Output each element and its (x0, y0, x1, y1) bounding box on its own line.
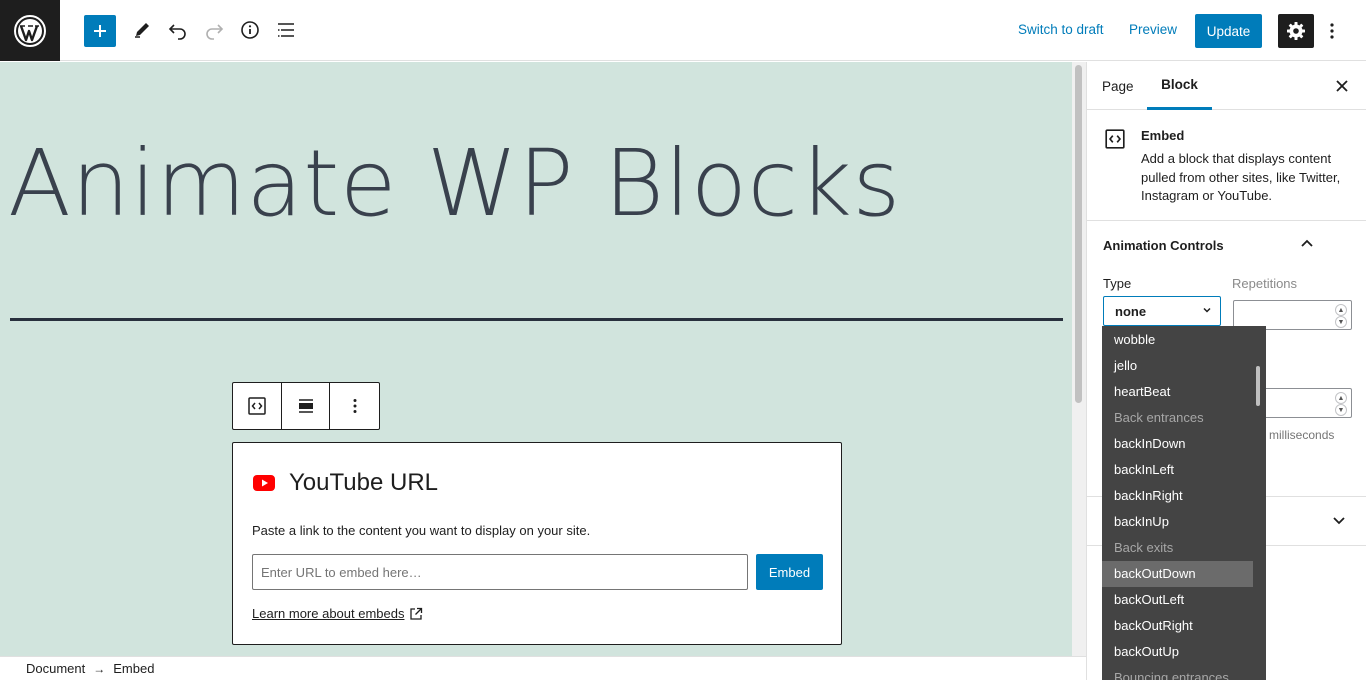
arrow-right-icon: → (93, 661, 106, 676)
dropdown-option[interactable]: backOutLeft (1102, 587, 1253, 613)
info-icon (241, 21, 259, 39)
list-view-icon (278, 23, 294, 37)
spin-up-icon[interactable]: ▲ (1335, 392, 1347, 404)
preview-button[interactable]: Preview (1129, 22, 1177, 37)
more-vertical-icon (1330, 23, 1334, 39)
settings-button[interactable] (1278, 14, 1314, 48)
breadcrumb: Document → Embed (0, 656, 1086, 680)
dropdown-option[interactable]: backOutDown (1102, 561, 1253, 587)
external-link-icon (410, 607, 423, 620)
editor-header: Switch to draft Preview Update (0, 0, 1366, 61)
dropdown-group-label: Back exits (1114, 540, 1174, 555)
chevron-down-icon[interactable] (1331, 512, 1347, 528)
more-vertical-icon (353, 399, 357, 413)
gear-icon (1287, 22, 1305, 40)
tab-page[interactable]: Page (1102, 62, 1134, 110)
learn-more-label: Learn more about embeds (252, 606, 405, 621)
block-toolbar (232, 382, 380, 430)
update-button[interactable]: Update (1195, 14, 1262, 48)
block-options-button[interactable] (330, 383, 379, 429)
dropdown-option[interactable]: backInDown (1102, 431, 1253, 457)
dropdown-option[interactable]: backInUp (1102, 509, 1253, 535)
details-button[interactable] (234, 13, 266, 47)
switch-to-draft-button[interactable]: Switch to draft (1018, 22, 1104, 37)
spin-down-icon[interactable]: ▼ (1335, 404, 1347, 416)
align-wide-icon (298, 399, 313, 413)
canvas-scrollbar-thumb[interactable] (1075, 65, 1082, 403)
block-type-switcher[interactable] (233, 383, 282, 429)
dropdown-option[interactable]: heartBeat (1102, 379, 1253, 405)
embed-instructions: Paste a link to the content you want to … (252, 523, 591, 538)
chevron-up-icon[interactable] (1299, 236, 1315, 252)
close-sidebar-button[interactable] (1330, 74, 1354, 98)
close-icon (1336, 80, 1348, 92)
dropdown-option[interactable]: backInLeft (1102, 457, 1253, 483)
type-label: Type (1103, 276, 1132, 291)
animation-controls-heading[interactable]: Animation Controls (1103, 238, 1224, 253)
embed-icon (248, 397, 266, 415)
spin-up-icon[interactable]: ▲ (1335, 304, 1347, 316)
type-dropdown-list[interactable]: wobble jello heartBeat Back entrances backIn… (1102, 326, 1266, 680)
add-block-button[interactable] (84, 15, 116, 47)
options-menu-button[interactable] (1322, 14, 1342, 48)
dropdown-group-label: Back entrances (1114, 410, 1204, 425)
spin-down-icon[interactable]: ▼ (1335, 316, 1347, 328)
dropdown-option[interactable]: backOutUp (1102, 639, 1253, 665)
block-card: Embed Add a block that displays content … (1087, 110, 1366, 221)
embed-header: YouTube URL (253, 469, 438, 497)
wordpress-icon (14, 14, 46, 47)
chevron-down-icon (1203, 307, 1211, 313)
dropdown-option[interactable]: backInRight (1102, 483, 1253, 509)
type-select[interactable]: none (1103, 296, 1221, 326)
embed-button[interactable]: Embed (756, 554, 823, 590)
dropdown-group-label: Bouncing entrances (1114, 670, 1229, 680)
tab-block[interactable]: Block (1147, 62, 1212, 110)
pencil-icon (135, 23, 149, 38)
wordpress-logo-button[interactable] (0, 0, 60, 61)
breadcrumb-document[interactable]: Document (26, 661, 85, 676)
align-button[interactable] (282, 383, 331, 429)
undo-button[interactable] (162, 13, 194, 47)
embed-icon (1105, 129, 1125, 149)
sidebar-tabs: Page Block (1087, 62, 1366, 110)
tools-button[interactable] (126, 13, 158, 47)
editor-canvas: Animate WP Blocks YouTube URL Paste a li… (0, 62, 1072, 656)
plus-icon (94, 25, 106, 37)
repetitions-label: Repetitions (1232, 276, 1298, 291)
embed-title: YouTube URL (289, 469, 438, 496)
embed-url-input[interactable] (252, 554, 748, 590)
dropdown-option[interactable]: jello (1102, 353, 1253, 379)
dropdown-option[interactable]: wobble (1102, 327, 1253, 353)
duration-help-text: n milliseconds (1259, 428, 1335, 442)
redo-button[interactable] (198, 13, 230, 47)
type-select-value: none (1115, 303, 1147, 319)
list-view-button[interactable] (270, 13, 302, 47)
block-card-description: Add a block that displays content pulled… (1141, 151, 1341, 203)
dropdown-scrollbar-thumb[interactable] (1256, 366, 1260, 406)
youtube-icon (253, 475, 275, 491)
learn-more-link[interactable]: Learn more about embeds (252, 606, 423, 621)
separator-block[interactable] (10, 318, 1063, 321)
redo-icon (206, 24, 224, 40)
block-card-title: Embed (1141, 128, 1185, 143)
undo-icon (168, 24, 186, 40)
breadcrumb-embed[interactable]: Embed (113, 661, 154, 676)
dropdown-option[interactable]: backOutRight (1102, 613, 1253, 639)
embed-placeholder: YouTube URL Paste a link to the content … (232, 442, 842, 645)
page-title[interactable]: Animate WP Blocks (8, 130, 901, 237)
